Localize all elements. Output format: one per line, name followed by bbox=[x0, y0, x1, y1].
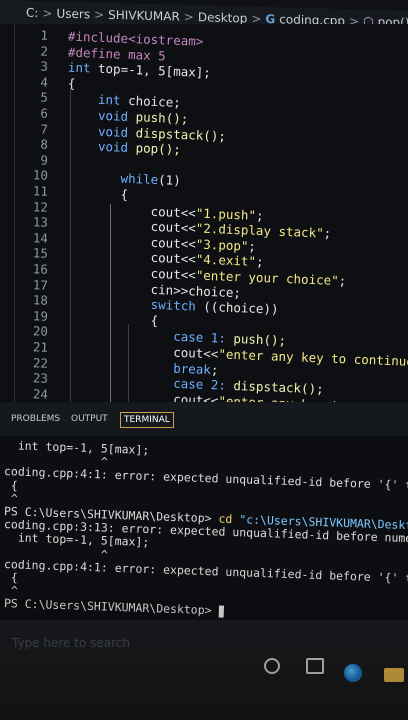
taskbar-search-input[interactable]: Type here to search bbox=[6, 628, 252, 658]
cortana-icon[interactable] bbox=[264, 658, 280, 674]
breadcrumb-separator: > bbox=[94, 7, 105, 22]
line-number: 23 bbox=[32, 370, 49, 387]
code-editor[interactable]: 1 #include<iostream> 2 #define max 5 3 int to… bbox=[0, 24, 408, 402]
file-explorer-icon[interactable] bbox=[384, 668, 404, 682]
task-view-icon[interactable] bbox=[306, 658, 324, 674]
breadcrumb-separator: > bbox=[183, 9, 194, 25]
line-number: 16 bbox=[32, 261, 49, 277]
breadcrumb-item-drive[interactable]: C: bbox=[26, 6, 38, 20]
terminal-cursor bbox=[218, 605, 224, 618]
code-token: ; bbox=[255, 207, 264, 223]
line-number: 1 bbox=[40, 27, 49, 43]
line-number: 15 bbox=[32, 245, 49, 262]
panel-tab-bar: PROBLEMS OUTPUT TERMINAL bbox=[0, 402, 408, 436]
terminal-output-text: { bbox=[3, 477, 19, 493]
breadcrumb-separator: > bbox=[42, 6, 53, 21]
code-token: { bbox=[67, 184, 129, 202]
line-number: 11 bbox=[32, 183, 49, 199]
tab-problems[interactable]: PROBLEMS bbox=[8, 412, 63, 426]
code-token: ; bbox=[210, 361, 219, 377]
edge-browser-icon[interactable] bbox=[344, 664, 362, 682]
code-token: push(); bbox=[127, 108, 189, 127]
tab-terminal[interactable]: TERMINAL bbox=[120, 412, 174, 428]
code-token: void bbox=[67, 106, 129, 124]
line-number: 10 bbox=[32, 167, 49, 184]
line-number: 5 bbox=[40, 89, 49, 106]
line-number: 13 bbox=[32, 214, 49, 231]
line-number: 8 bbox=[40, 136, 49, 153]
code-text: { bbox=[68, 75, 76, 91]
code-token: { bbox=[67, 75, 76, 91]
code-token: "3.pop" bbox=[195, 236, 249, 254]
line-number: 3 bbox=[40, 58, 49, 75]
code-token: void bbox=[67, 137, 129, 156]
line-number: 6 bbox=[40, 105, 49, 121]
terminal-panel[interactable]: int top=-1, 5[max]; ^ coding.cpp:4:1: err… bbox=[0, 436, 408, 620]
line-number: 21 bbox=[32, 339, 49, 355]
line-number: 24 bbox=[32, 386, 49, 402]
code-token: ; bbox=[338, 273, 347, 289]
code-token: ; bbox=[255, 254, 264, 270]
code-token: int bbox=[67, 91, 121, 109]
code-token: ; bbox=[248, 238, 257, 254]
code-token: choice; bbox=[120, 93, 182, 111]
code-token: int bbox=[67, 59, 91, 76]
breadcrumb-item-users[interactable]: Users bbox=[56, 6, 90, 21]
code-token: pop(); bbox=[127, 140, 182, 158]
vscode-window: C: > Users > SHIVKUMAR > Desktop > G cod… bbox=[0, 0, 408, 720]
line-number: 20 bbox=[32, 323, 49, 340]
code-token: void bbox=[67, 122, 129, 140]
code-token: "1.push" bbox=[195, 205, 257, 223]
code-token: "4.exit" bbox=[195, 251, 257, 270]
code-token: ; bbox=[323, 225, 332, 241]
taskbar: Type here to search bbox=[0, 620, 408, 720]
line-number: 18 bbox=[32, 292, 49, 309]
code-token: push(); bbox=[225, 331, 287, 349]
breadcrumb-item-user[interactable]: SHIVKUMAR bbox=[108, 8, 180, 24]
tab-output[interactable]: OUTPUT bbox=[68, 412, 111, 426]
code-token: (1) bbox=[157, 172, 182, 189]
